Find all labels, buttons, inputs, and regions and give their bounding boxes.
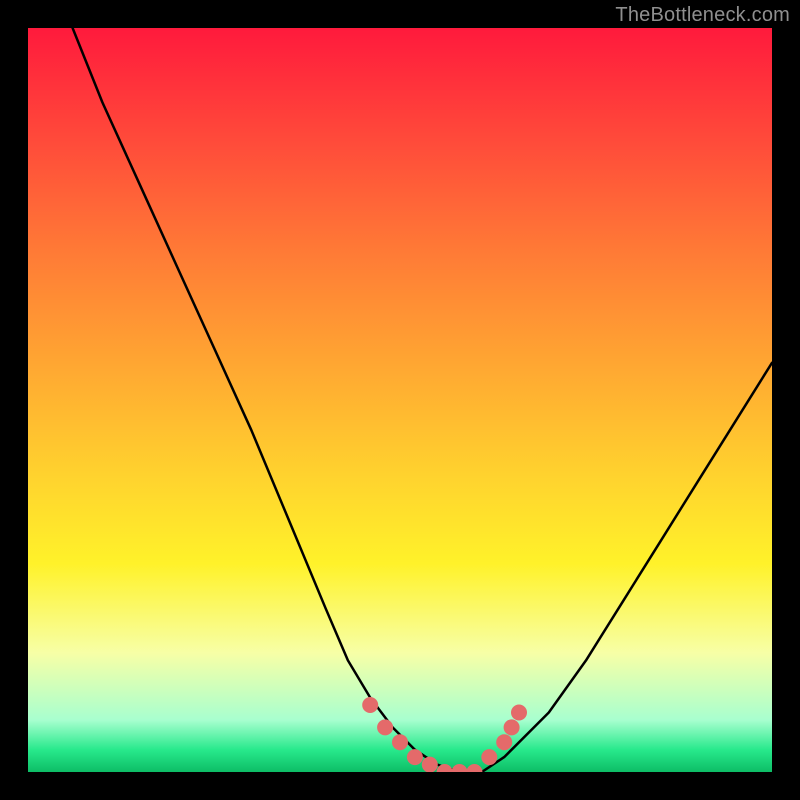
highlight-dot (452, 764, 468, 772)
gradient-plot-area (28, 28, 772, 772)
highlight-dot (392, 734, 408, 750)
highlight-dot (407, 749, 423, 765)
bottleneck-curve (73, 28, 772, 772)
figure-root: TheBottleneck.com (0, 0, 800, 800)
highlight-dot (496, 734, 512, 750)
highlight-dot (466, 764, 482, 772)
highlight-dot (481, 749, 497, 765)
highlight-dot (362, 697, 378, 713)
highlight-dots (362, 697, 527, 772)
watermark-text: TheBottleneck.com (615, 4, 790, 27)
bottleneck-chart-svg (28, 28, 772, 772)
highlight-dot (511, 705, 527, 721)
highlight-dot (422, 757, 438, 772)
highlight-dot (504, 719, 520, 735)
highlight-dot (377, 719, 393, 735)
